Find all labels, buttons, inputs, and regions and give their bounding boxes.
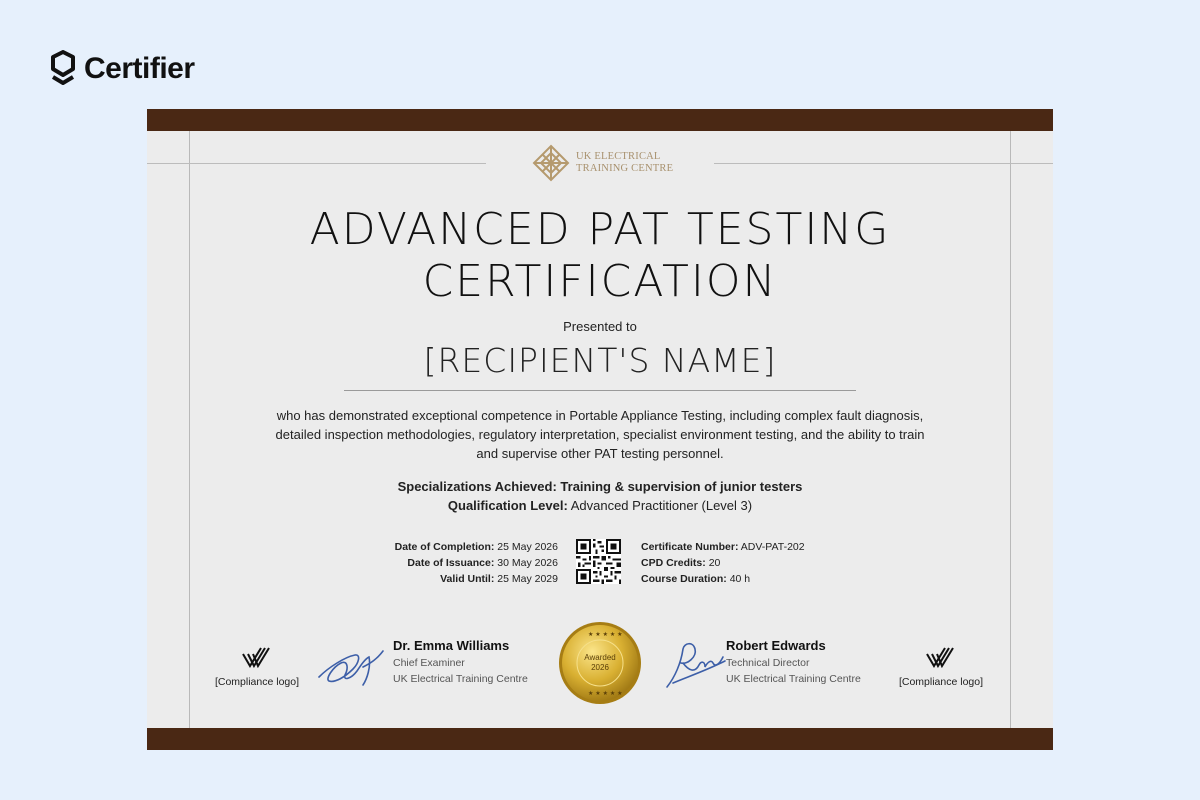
svg-text:★ ★ ★ ★ ★: ★ ★ ★ ★ ★ [588,631,623,638]
qualification-value: Advanced Practitioner (Level 3) [570,498,753,513]
qualification-label: Qualification Level: [447,498,568,513]
valid-until-row: Valid Until: 25 May 2029 [395,571,558,587]
certificate-description: who has demonstrated exceptional compete… [275,408,925,461]
dates-block: Date of Completion: 25 May 2026 Date of … [395,539,558,587]
organization-name: UK ELECTRICAL TRAINING CENTRE [576,151,673,175]
specializations-label: Specializations Achieved: [397,479,557,494]
course-duration-label: Course Duration: [641,573,727,585]
completion-row: Date of Completion: 25 May 2026 [395,539,558,555]
certificate-number-row: Certificate Number: ADV-PAT-202 [641,539,805,555]
credential-block: Certificate Number: ADV-PAT-202 CPD Cred… [641,539,805,587]
cpd-credits-value: 20 [708,557,721,569]
compliance-label-right: [Compliance logo] [898,676,984,688]
title-line2: CERTIFICATION [422,256,778,307]
cpd-credits-row: CPD Credits: 20 [641,555,805,571]
certifier-brand: Certifier [50,50,195,88]
completion-value: 25 May 2026 [497,541,558,553]
signature-robert-edwards-icon [666,642,726,688]
compliance-check-icon [242,647,270,668]
bottom-border-bar [147,728,1053,750]
issuance-row: Date of Issuance: 30 May 2026 [395,555,558,571]
course-duration-row: Course Duration: 40 h [641,571,805,587]
compliance-logo-right: [Compliance logo] [891,646,991,688]
issuance-label: Date of Issuance: [407,557,495,569]
compliance-logo-left: [Compliance logo] [207,646,307,688]
signatory-2-org: UK Electrical Training Centre [726,673,861,685]
issuance-value: 30 May 2026 [497,557,558,569]
recipient-underline [344,390,856,391]
title-line1: ADVANCED PAT TESTING [309,204,891,255]
certificate-number-value: ADV-PAT-202 [740,541,805,553]
qr-code-icon[interactable] [576,539,621,584]
organization-name-line2: TRAINING CENTRE [576,163,674,174]
signatory-1: Dr. Emma Williams Chief Examiner UK Elec… [393,637,528,687]
specializations-value: Training & supervision of junior testers [560,479,803,494]
signatory-2: Robert Edwards Technical Director UK Ele… [726,637,861,687]
compliance-label-left: [Compliance logo] [214,676,300,688]
completion-label: Date of Completion: [394,541,495,553]
signatory-1-name: Dr. Emma Williams [393,638,510,653]
lattice-logo-icon [532,144,570,182]
svg-text:★ ★ ★ ★ ★: ★ ★ ★ ★ ★ [588,690,623,697]
organization-name-line1: UK ELECTRICAL [576,151,661,162]
seal-line1: Awarded [584,653,615,662]
brand-name: Certifier [84,52,195,85]
top-border-bar [147,109,1053,131]
signatory-2-name: Robert Edwards [726,638,826,653]
seal-line2: 2026 [591,663,609,672]
certificate-title: ADVANCED PAT TESTING CERTIFICATION [147,204,1053,308]
specializations-line: Specializations Achieved: Training & sup… [147,477,1053,496]
presented-to-label: Presented to [563,319,637,334]
signatory-2-role: Technical Director [726,657,810,669]
qualification-line: Qualification Level: Advanced Practition… [147,496,1053,515]
recipient-name: [RECIPIENT'S NAME] [423,341,777,380]
achievement-summary: Specializations Achieved: Training & sup… [147,477,1053,515]
gold-award-seal-icon: ★ ★ ★ ★ ★ ★ ★ ★ ★ ★ Awarded 2026 [559,622,641,704]
signatory-1-role: Chief Examiner [393,657,465,669]
cpd-credits-label: CPD Credits: [641,557,706,569]
valid-until-value: 25 May 2029 [497,573,558,585]
header-rule-right [714,163,1053,164]
certificate: UK ELECTRICAL TRAINING CENTRE ADVANCED P… [147,109,1053,750]
compliance-check-icon [926,647,954,668]
certifier-shield-icon [51,50,75,85]
course-duration-value: 40 h [729,573,751,585]
signature-emma-williams-icon [318,650,384,686]
valid-until-label: Valid Until: [440,573,495,585]
header-rule-left [147,163,486,164]
organization-logo: UK ELECTRICAL TRAINING CENTRE [532,144,673,182]
signatory-1-org: UK Electrical Training Centre [393,673,528,685]
certificate-number-label: Certificate Number: [641,541,739,553]
